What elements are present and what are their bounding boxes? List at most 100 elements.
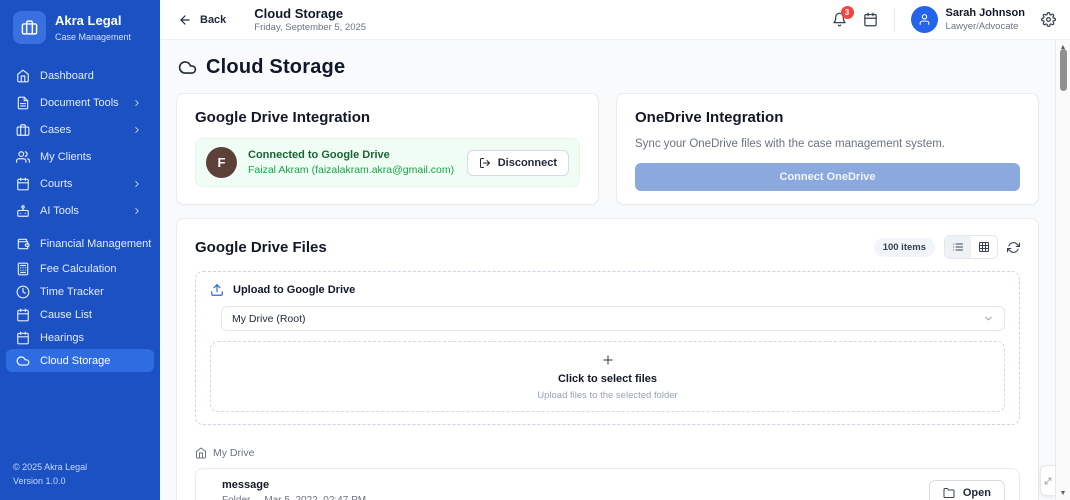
disconnect-button[interactable]: Disconnect <box>467 150 569 176</box>
grid-icon <box>978 241 990 253</box>
notifications-button[interactable]: 3 <box>832 12 847 27</box>
settings-button[interactable] <box>1041 12 1056 27</box>
google-connection-status: F Connected to Google Drive Faizal Akram… <box>195 138 580 187</box>
brand-name: Akra Legal <box>55 13 131 29</box>
users-icon <box>16 150 30 164</box>
sidebar: Akra Legal Case Management Dashboard Doc… <box>0 0 160 500</box>
sidebar-item-hearings[interactable]: Hearings <box>6 326 154 349</box>
content-column: Back Cloud Storage Friday, September 5, … <box>160 0 1070 500</box>
calendar-icon <box>16 308 30 322</box>
folder-icon <box>943 487 955 499</box>
sidebar-item-time-tracker[interactable]: Time Tracker <box>6 280 154 303</box>
onedrive-integration-card: OneDrive Integration Sync your OneDrive … <box>616 93 1039 205</box>
file-type: Folder <box>222 495 250 500</box>
dropzone-title: Click to select files <box>558 373 657 385</box>
clock-icon <box>16 285 30 299</box>
calendar-icon <box>16 177 30 191</box>
sidebar-item-document-tools[interactable]: Document Tools <box>6 89 154 116</box>
logout-icon <box>479 157 491 169</box>
notification-badge: 3 <box>841 6 854 19</box>
grid-view-button[interactable] <box>971 236 997 258</box>
sidebar-item-ai-tools[interactable]: AI Tools <box>6 197 154 224</box>
calendar-button[interactable] <box>863 12 878 27</box>
open-button[interactable]: Open <box>929 480 1005 500</box>
arrow-left-icon <box>178 13 192 27</box>
user-role: Lawyer/Advocate <box>946 21 1025 32</box>
file-row[interactable]: message Folder Mar 5, 2022, 02:47 PM Ope… <box>195 468 1020 500</box>
file-dropzone[interactable]: Click to select files Upload files to th… <box>210 341 1005 412</box>
google-drive-files-card: Google Drive Files 100 items <box>176 218 1039 500</box>
diagonal-resize-icon <box>1043 476 1053 486</box>
user-menu[interactable]: Sarah Johnson Lawyer/Advocate <box>911 6 1025 33</box>
upload-icon <box>210 283 224 297</box>
sidebar-item-courts[interactable]: Courts <box>6 170 154 197</box>
connect-onedrive-button[interactable]: Connect OneDrive <box>635 163 1020 191</box>
page-title-row: Cloud Storage <box>178 56 1039 79</box>
header-date: Friday, September 5, 2025 <box>254 22 366 33</box>
file-date: Mar 5, 2022, 02:47 PM <box>264 495 366 500</box>
chevron-right-icon <box>130 179 144 189</box>
sidebar-item-financial-management[interactable]: Financial Management <box>6 230 154 257</box>
sidebar-item-dashboard[interactable]: Dashboard <box>6 62 154 89</box>
chevron-right-icon <box>130 98 144 108</box>
breadcrumb[interactable]: My Drive <box>195 447 1020 459</box>
list-icon <box>952 241 964 253</box>
file-name: message <box>222 479 366 491</box>
sidebar-nav: Dashboard Document Tools Cases My Client… <box>0 54 160 451</box>
scroll-down-arrow[interactable]: ▼ <box>1056 486 1070 500</box>
calculator-icon <box>16 262 30 276</box>
wallet-icon <box>16 237 30 251</box>
calendar-icon <box>863 12 878 27</box>
destination-folder-select[interactable]: My Drive (Root) <box>221 306 1005 331</box>
sidebar-item-fee-calculation[interactable]: Fee Calculation <box>6 257 154 280</box>
user-icon <box>918 13 931 26</box>
gear-icon <box>1041 12 1056 27</box>
files-card-title: Google Drive Files <box>195 239 327 256</box>
avatar <box>911 6 938 33</box>
cloud-icon <box>16 354 30 368</box>
dropzone-subtitle: Upload files to the selected folder <box>537 390 677 401</box>
list-view-button[interactable] <box>945 236 971 258</box>
refresh-icon <box>1007 241 1020 254</box>
brand-subtitle: Case Management <box>55 32 131 42</box>
upload-panel: Upload to Google Drive My Drive (Root) C… <box>195 271 1020 425</box>
home-icon <box>16 69 30 83</box>
onedrive-description: Sync your OneDrive files with the case m… <box>635 138 1020 150</box>
scrollbar[interactable]: ▲ ▼ <box>1055 40 1070 500</box>
resize-handle[interactable] <box>1040 465 1055 496</box>
app-root: Akra Legal Case Management Dashboard Doc… <box>0 0 1070 500</box>
chevron-right-icon <box>130 125 144 135</box>
version-text: Version 1.0.0 <box>13 475 147 489</box>
sidebar-footer: © 2025 Akra Legal Version 1.0.0 <box>0 451 160 500</box>
upload-label: Upload to Google Drive <box>210 283 1005 297</box>
user-name: Sarah Johnson <box>946 7 1025 20</box>
header-title: Cloud Storage <box>254 6 366 21</box>
home-icon <box>195 447 207 459</box>
google-drive-integration-card: Google Drive Integration F Connected to … <box>176 93 599 205</box>
brand-logo <box>13 11 46 44</box>
google-account-avatar: F <box>206 147 237 178</box>
main-content: Cloud Storage Google Drive Integration F… <box>160 40 1055 500</box>
items-count-badge: 100 items <box>874 238 935 257</box>
calendar-icon <box>16 331 30 345</box>
sidebar-item-cloud-storage[interactable]: Cloud Storage <box>6 349 154 372</box>
refresh-button[interactable] <box>1007 241 1020 254</box>
top-header: Back Cloud Storage Friday, September 5, … <box>160 0 1070 40</box>
connection-status-text: Connected to Google Drive <box>248 149 454 161</box>
copyright-text: © 2025 Akra Legal <box>13 461 147 475</box>
scrollbar-thumb[interactable] <box>1060 49 1067 91</box>
sidebar-item-cases[interactable]: Cases <box>6 116 154 143</box>
header-divider <box>894 8 895 32</box>
onedrive-card-title: OneDrive Integration <box>635 109 1020 126</box>
page-title: Cloud Storage <box>206 56 345 79</box>
cloud-icon <box>178 58 197 77</box>
connected-account-text: Faizal Akram (faizalakram.akra@gmail.com… <box>248 164 454 176</box>
chevron-down-icon <box>983 313 994 324</box>
sidebar-item-my-clients[interactable]: My Clients <box>6 143 154 170</box>
briefcase-icon <box>16 123 30 137</box>
document-icon <box>16 96 30 110</box>
bot-icon <box>16 204 30 218</box>
chevron-right-icon <box>130 206 144 216</box>
sidebar-item-cause-list[interactable]: Cause List <box>6 303 154 326</box>
back-button[interactable]: Back <box>178 13 226 27</box>
